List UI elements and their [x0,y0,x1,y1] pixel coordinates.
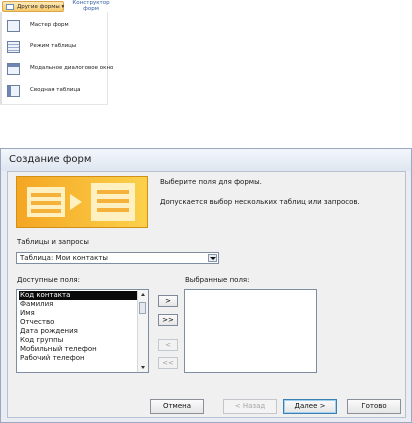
list-item[interactable]: Имя [19,309,138,318]
back-button[interactable]: < Назад [223,399,277,414]
ribbon-forms-group: Другие формы ▾ Конструктор форм [0,0,135,12]
scrollbar[interactable] [137,290,148,372]
tables-combo-value: Таблица: Мои контакты [20,254,108,262]
menu-item-datasheet[interactable]: Режим таблицы [6,39,106,55]
tables-combo[interactable]: Таблица: Мои контакты [16,252,219,264]
menu-item-label: Режим таблицы [30,43,77,49]
remove-field-button[interactable]: < [158,339,178,351]
other-forms-label: Другие формы [17,4,60,10]
info-text-2: Допускается выбор нескольких таблиц или … [160,198,360,206]
tables-label: Таблицы и запросы [17,238,89,246]
remove-all-fields-button[interactable]: << [158,357,178,369]
list-item[interactable]: Код контакта [19,291,138,300]
other-forms-icon [6,4,14,10]
list-item[interactable]: Мобильный телефон [19,345,138,354]
other-forms-button[interactable]: Другие формы ▾ [2,1,64,12]
form-designer-button[interactable]: Конструктор форм [68,0,114,12]
scroll-up-icon[interactable] [141,293,145,296]
selected-fields-list[interactable] [184,289,317,373]
add-field-button[interactable]: > [158,295,178,307]
graphic-row [97,199,129,203]
modal-dialog-icon [7,63,20,75]
menu-item-label: Мастер форм [30,22,69,28]
dialog-titlebar[interactable]: Создание форм [1,149,411,171]
next-button[interactable]: Далее > [283,399,337,414]
menu-item-label: Модальное диалоговое окно [30,65,114,71]
pivot-table-icon [7,85,20,97]
graphic-row [31,201,61,205]
menu-item-label: Сводная таблица [30,87,81,93]
finish-button[interactable]: Готово [347,399,401,414]
dialog-content: Выберите поля для формы. Допускается выб… [7,171,406,418]
graphic-row [97,190,129,194]
form-wizard-dialog: Создание форм Выберите поля для формы. Д… [0,148,412,423]
menu-item-form-wizard[interactable]: Мастер форм [6,18,106,34]
graphic-row [97,208,129,212]
menu-item-modal-dialog[interactable]: Модальное диалоговое окно [6,61,113,77]
list-item[interactable]: Код группы [19,336,138,345]
form-wizard-icon [7,20,20,32]
available-fields-label: Доступные поля: [17,276,80,284]
graphic-row [31,209,61,213]
list-item[interactable]: Фамилия [19,300,138,309]
available-fields-list[interactable]: Код контакта Фамилия Имя Отчество Дата р… [16,289,149,373]
cancel-button[interactable]: Отмена [150,399,204,414]
chevron-down-icon[interactable] [208,254,217,262]
menu-item-pivot-table[interactable]: Сводная таблица [6,83,106,99]
graphic-row [31,193,61,197]
add-all-fields-button[interactable]: >> [158,314,178,326]
selected-fields-label: Выбранные поля: [185,276,250,284]
list-item[interactable]: Рабочий телефон [19,354,138,363]
list-item[interactable]: Дата рождения [19,327,138,336]
other-forms-menu: Мастер форм Режим таблицы Модальное диал… [0,12,113,105]
scroll-thumb[interactable] [139,302,146,314]
info-text-1: Выберите поля для формы. [160,178,262,186]
scroll-down-icon[interactable] [141,366,145,369]
arrow-graphic [70,194,82,210]
dialog-title: Создание форм [9,154,92,165]
list-item[interactable]: Отчество [19,318,138,327]
datasheet-icon [7,41,20,53]
wizard-illustration [16,176,148,228]
